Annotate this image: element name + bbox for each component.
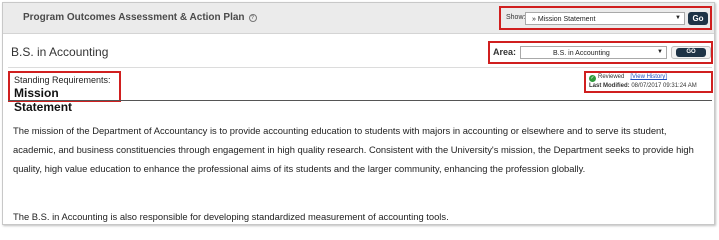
program-name: B.S. in Accounting [11,45,109,59]
requirement-header: Standing Requirements: Mission Statement [8,71,121,114]
top-bar: Program Outcomes Assessment & Action Pla… [3,3,714,34]
requirement-label: Standing Requirements: [14,75,111,85]
mission-paragraph: The mission of the Department of Account… [13,125,694,174]
help-icon[interactable]: ? [248,14,257,22]
area-label: Area: [493,47,517,57]
area-go-wrapper: GO [671,46,711,59]
show-label: Show: [506,14,526,21]
review-status-row: ✓ Reviewed [View History] [589,74,667,82]
view-history-link[interactable]: [View History] [630,74,667,80]
area-go-button[interactable]: GO [676,48,706,57]
show-select-value: » Mission Statement [532,16,596,23]
area-select[interactable]: B.S. in Accounting ▼ [520,46,667,59]
show-selector-group: Show: » Mission Statement ▼ Go [499,6,712,30]
show-go-button[interactable]: Go [688,12,708,25]
area-select-value: B.S. in Accounting [553,50,610,57]
last-modified-row: Last Modified: 08/07/2017 09:31:24 AM [589,83,697,89]
show-select[interactable]: » Mission Statement ▼ [525,12,685,25]
section-rule [8,100,712,101]
last-modified-label: Last Modified: [589,83,630,89]
page-title: Program Outcomes Assessment & Action Pla… [23,12,257,23]
chevron-down-icon: ▼ [675,15,681,21]
chevron-down-icon: ▼ [657,49,663,55]
divider [8,67,712,68]
last-modified-value: 08/07/2017 09:31:24 AM [631,83,697,89]
review-status: ✓ Reviewed [View History] Last Modified: 0… [584,71,713,93]
check-circle-icon: ✓ [589,75,596,82]
page-frame: Program Outcomes Assessment & Action Pla… [2,2,715,225]
reviewed-label: Reviewed [598,74,625,80]
page-title-text: Program Outcomes Assessment & Action Pla… [23,12,245,23]
mission-paragraph-secondary: The B.S. in Accounting is also responsib… [13,211,449,222]
area-selector-group: Area: B.S. in Accounting ▼ GO [488,41,713,64]
